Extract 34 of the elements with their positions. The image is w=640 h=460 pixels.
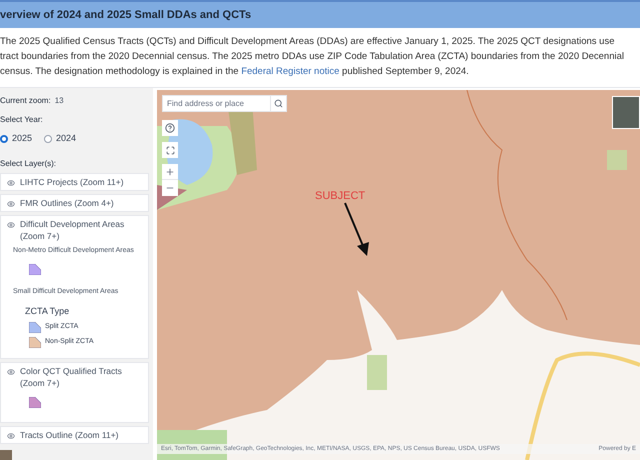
eye-icon[interactable] <box>7 178 15 186</box>
fullscreen-button[interactable] <box>162 142 178 158</box>
year-radio[interactable]: 2024 <box>44 132 76 146</box>
intro-paragraph: The 2025 Qualified Census Tracts (QCTs) and Difficult Development Areas (DDAs) are effective January 1, 2025. The 2025 QCT designations use tract boundaries from the 2020 Decennial census. The 2025 metro DDAs use ZIP Code Tabulation Area (ZCTA) boundaries from the 2020 Decennial census. The designation methodology is explained in the Federal Register notice published September 9, 2024. <box>0 35 626 79</box>
eye-icon[interactable] <box>7 368 15 376</box>
eye-icon[interactable] <box>7 220 15 228</box>
subject-annotation: SUBJECT <box>315 189 366 204</box>
eye-icon[interactable] <box>7 200 15 208</box>
search-icon[interactable] <box>274 99 283 108</box>
fullscreen-icon[interactable] <box>166 146 174 154</box>
basemap-toggle[interactable] <box>612 96 640 129</box>
federal-register-link[interactable]: Federal Register notice <box>241 66 340 77</box>
help-button[interactable] <box>162 120 178 136</box>
zoom-in-button[interactable] <box>162 164 178 180</box>
layer-name[interactable]: Difficult Development Areas (Zoom 7+) <box>20 218 148 242</box>
search-button[interactable] <box>271 95 287 112</box>
layer-name[interactable]: LIHTC Projects (Zoom 11+) <box>20 176 124 188</box>
layers-label: Select Layer(s): <box>0 158 58 170</box>
year-label: Select Year: <box>0 114 44 126</box>
annotation-arrow <box>343 202 371 257</box>
search-field[interactable]: Find address or place <box>162 95 271 112</box>
zoom-out-button[interactable] <box>162 180 178 196</box>
zoom-in-icon[interactable] <box>165 166 175 176</box>
page-title: verview of 2024 and 2025 Small DDAs and QCTs <box>0 8 252 23</box>
help-icon[interactable] <box>165 123 175 133</box>
layer-name[interactable]: Color QCT Qualified Tracts (Zoom 7+) <box>20 365 148 389</box>
layer-name[interactable]: FMR Outlines (Zoom 4+) <box>20 196 114 208</box>
basemap-thumbnail[interactable] <box>0 450 12 460</box>
eye-icon[interactable] <box>7 432 15 440</box>
zoom-value: 13 <box>54 95 64 107</box>
layer-name[interactable]: Tracts Outline (Zoom 11+) <box>20 429 118 441</box>
zoom-label: Current zoom: <box>0 95 51 107</box>
legend-group-title: ZCTA Type <box>24 304 70 318</box>
year-radio[interactable]: 2025 <box>0 132 32 146</box>
